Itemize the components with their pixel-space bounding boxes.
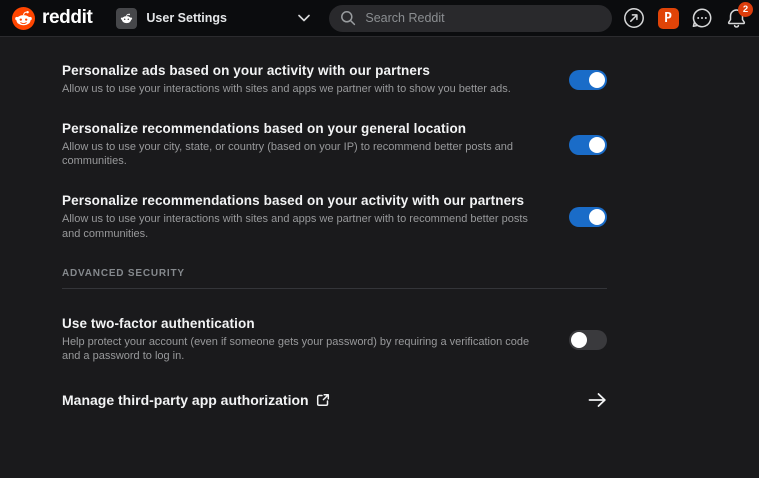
chat-button[interactable] bbox=[691, 7, 713, 29]
toggle-personalize-ads[interactable] bbox=[569, 69, 607, 90]
search-input[interactable] bbox=[365, 11, 602, 25]
setting-description: Allow us to use your interactions with s… bbox=[62, 213, 528, 240]
context-dropdown-label: User Settings bbox=[146, 11, 227, 25]
settings-page: Personalize ads based on your activity w… bbox=[0, 37, 671, 408]
reddit-home-link[interactable]: reddit bbox=[12, 6, 93, 30]
setting-row-recs-partners: Personalize recommendations based on you… bbox=[62, 193, 607, 241]
setting-row-two-factor: Use two-factor authentication Help prote… bbox=[62, 316, 607, 364]
search-bar[interactable] bbox=[329, 4, 613, 32]
user-settings-avatar-icon bbox=[116, 7, 138, 29]
arrow-right-icon[interactable] bbox=[588, 392, 607, 408]
setting-description: Allow us to use your interactions with s… bbox=[62, 83, 511, 95]
setting-row-personalize-ads: Personalize ads based on your activity w… bbox=[62, 63, 607, 97]
toggle-recs-partners[interactable] bbox=[569, 207, 607, 228]
p-app-icon: P bbox=[657, 7, 679, 29]
top-navbar: reddit User Settings Search Reddit P 2 bbox=[0, 0, 759, 37]
manage-third-party-apps-row[interactable]: Manage third-party app authorization bbox=[62, 392, 607, 408]
notifications-button[interactable]: 2 bbox=[725, 2, 753, 29]
notification-count-badge: 2 bbox=[738, 2, 753, 17]
section-divider bbox=[62, 287, 607, 289]
navbar-actions: P 2 bbox=[623, 2, 753, 29]
toggle-recs-location[interactable] bbox=[569, 134, 607, 155]
setting-title: Use two-factor authentication bbox=[62, 315, 255, 331]
arrow-up-right-circle-icon bbox=[624, 8, 644, 28]
p-app-button[interactable]: P bbox=[657, 7, 679, 29]
toggle-knob bbox=[571, 331, 587, 348]
chat-bubble-ellipsis-icon bbox=[692, 8, 712, 28]
toggle-knob bbox=[589, 209, 605, 226]
setting-description: Allow us to use your city, state, or cou… bbox=[62, 140, 514, 168]
setting-title: Personalize ads based on your activity w… bbox=[62, 63, 430, 78]
context-dropdown-user-settings[interactable]: User Settings bbox=[112, 4, 314, 32]
external-link-icon bbox=[316, 393, 330, 407]
toggle-knob bbox=[589, 71, 605, 88]
reddit-logo-icon bbox=[12, 6, 35, 30]
setting-title: Personalize recommendations based on you… bbox=[62, 120, 467, 136]
search-icon bbox=[340, 10, 356, 26]
toggle-two-factor[interactable] bbox=[569, 329, 607, 350]
manage-third-party-apps-label: Manage third-party app authorization bbox=[62, 392, 309, 409]
setting-title: Personalize recommendations based on you… bbox=[62, 193, 525, 209]
advertise-button[interactable] bbox=[623, 7, 645, 29]
section-header-advanced-security: ADVANCED SECURITY bbox=[62, 267, 185, 279]
chevron-down-icon bbox=[298, 14, 311, 22]
toggle-knob bbox=[589, 136, 605, 153]
setting-row-recs-location: Personalize recommendations based on you… bbox=[62, 121, 607, 169]
reddit-wordmark: reddit bbox=[42, 7, 93, 28]
setting-description: Help protect your account (even if someo… bbox=[62, 335, 530, 363]
